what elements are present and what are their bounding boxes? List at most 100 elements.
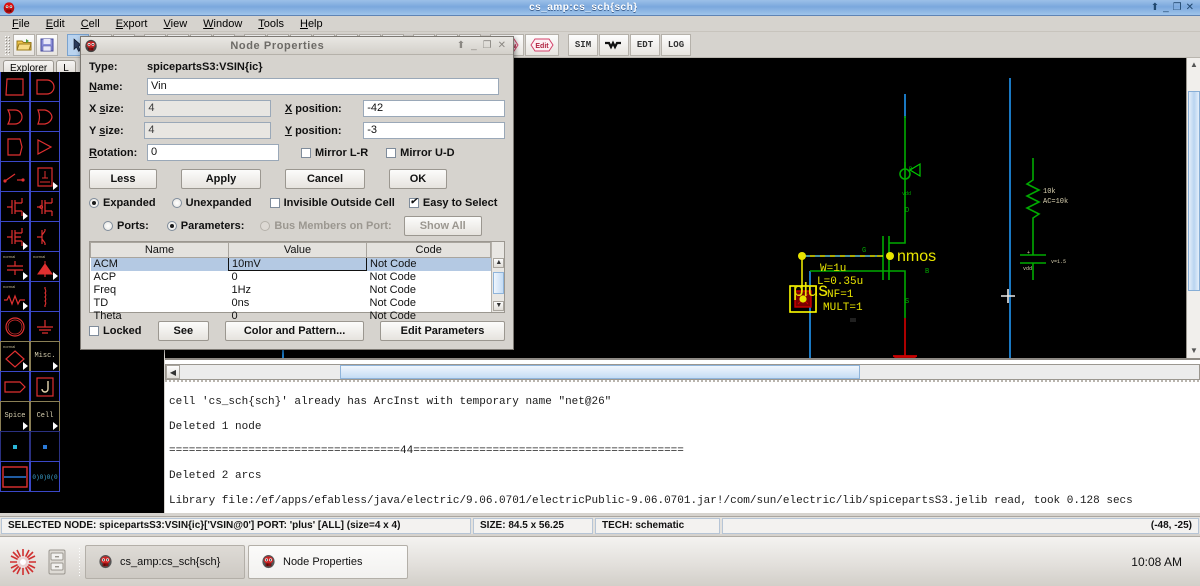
- ok-button[interactable]: OK: [389, 169, 447, 189]
- dialog-window-controls[interactable]: ⬆ _ ❐ ✕: [457, 40, 513, 51]
- palette-expand-arrow-icon[interactable]: [53, 362, 58, 370]
- palette-expand-arrow-icon[interactable]: [23, 272, 28, 280]
- mirror-ud-checkbox[interactable]: Mirror U-D: [386, 147, 455, 159]
- unexpanded-radio[interactable]: Unexpanded: [171, 197, 252, 209]
- dialog-close-button[interactable]: ✕: [498, 40, 506, 51]
- palette-jfet-icon[interactable]: [30, 371, 60, 402]
- palette-expand-arrow-icon[interactable]: [23, 362, 28, 370]
- hscroll-thumb[interactable]: [340, 365, 860, 379]
- palette-or-gate-icon[interactable]: [30, 101, 60, 132]
- palette-resistor-icon[interactable]: normal: [0, 281, 30, 312]
- palette-node-icon[interactable]: [30, 431, 60, 462]
- starburst-icon[interactable]: [6, 545, 40, 579]
- cell-value[interactable]: 0ns: [229, 297, 367, 310]
- menu-edit[interactable]: Edit: [38, 16, 73, 32]
- cell-code[interactable]: Not Code: [366, 257, 491, 271]
- waveform-button[interactable]: [599, 33, 629, 56]
- palette-pin-icon[interactable]: [0, 431, 30, 462]
- window-controls[interactable]: ⬆ _ ❐ ✕: [1151, 1, 1200, 15]
- taskitem-cs-amp[interactable]: cs_amp:cs_sch{sch}: [85, 544, 245, 579]
- canvas-scroll-thumb[interactable]: [1188, 91, 1200, 291]
- drawer-icon[interactable]: [40, 545, 74, 579]
- edit-parameters-button[interactable]: Edit Parameters: [380, 321, 505, 341]
- rotation-input[interactable]: 0: [147, 144, 279, 161]
- less-button[interactable]: Less: [89, 169, 157, 189]
- palette-transistor-box-icon[interactable]: [30, 161, 60, 192]
- node-properties-dialog[interactable]: Node Properties ⬆ _ ❐ ✕ Type: spiceparts…: [80, 36, 514, 350]
- window-close-button[interactable]: ✕: [1186, 1, 1194, 15]
- palette-expand-arrow-icon[interactable]: [53, 272, 58, 280]
- canvas-vertical-scrollbar[interactable]: ▲ ▼: [1186, 58, 1200, 358]
- palette-ground-icon[interactable]: [30, 311, 60, 342]
- mirror-lr-checkbox[interactable]: Mirror L-R: [301, 147, 368, 159]
- palette-export-pin-icon[interactable]: [0, 371, 30, 402]
- cell-code[interactable]: Not Code: [367, 284, 491, 297]
- parameters-radio[interactable]: Parameters:: [166, 220, 244, 232]
- dialog-minimize-button[interactable]: _: [471, 40, 477, 51]
- parameters-table-grid[interactable]: Name Value Code ACM 10mV Not Code ACP 0 …: [90, 242, 492, 323]
- palette-wire-arc-icon[interactable]: [0, 461, 30, 492]
- table-row[interactable]: TD 0ns Not Code: [91, 297, 491, 310]
- scroll-down-arrow-icon[interactable]: ▼: [1189, 346, 1199, 356]
- edt-button[interactable]: EDT: [630, 33, 660, 56]
- scroll-up-arrow-icon[interactable]: ▲: [1189, 60, 1199, 70]
- palette-inductor-icon[interactable]: [30, 281, 60, 312]
- palette-misc-icon[interactable]: Misc.: [30, 341, 60, 372]
- palette-nmos-transistor-icon[interactable]: [0, 191, 30, 222]
- menu-export[interactable]: Export: [108, 16, 156, 32]
- hscroll-track[interactable]: [180, 365, 1199, 379]
- palette-source-icon[interactable]: [0, 311, 30, 342]
- sim-button[interactable]: SIM: [568, 33, 598, 56]
- cell-name[interactable]: TD: [91, 297, 229, 310]
- menu-window[interactable]: Window: [195, 16, 250, 32]
- param-scroll-down-icon[interactable]: ▼: [493, 301, 505, 311]
- palette-buffer-shape-icon[interactable]: [30, 72, 60, 102]
- parameters-table[interactable]: Name Value Code ACM 10mV Not Code ACP 0 …: [89, 241, 505, 322]
- palette-expand-arrow-icon[interactable]: [23, 242, 28, 250]
- expanded-radio[interactable]: Expanded: [89, 197, 156, 209]
- messages-horizontal-scrollbar[interactable]: ◀: [165, 364, 1200, 380]
- menu-view[interactable]: View: [156, 16, 196, 32]
- cell-code[interactable]: Not Code: [367, 297, 491, 310]
- palette-pmos-transistor-icon[interactable]: [30, 191, 60, 222]
- cell-name[interactable]: ACM: [90, 257, 229, 271]
- palette-buffer-gate-icon[interactable]: [30, 131, 60, 162]
- dialog-shade-button[interactable]: ⬆: [457, 40, 465, 51]
- parameters-scrollbar[interactable]: ▲ ▼: [491, 242, 505, 312]
- messages-console[interactable]: cell 'cs_sch{sch}' already has ArcInst w…: [165, 382, 1200, 515]
- palette-diode-icon[interactable]: normal: [30, 251, 60, 282]
- table-row[interactable]: ACM 10mV Not Code: [90, 257, 491, 271]
- ysize-input[interactable]: 4: [144, 122, 271, 139]
- invisible-outside-cell-checkbox[interactable]: Invisible Outside Cell: [269, 197, 395, 209]
- param-scroll-up-icon[interactable]: ▲: [493, 258, 505, 268]
- see-button[interactable]: See: [157, 321, 210, 341]
- name-input[interactable]: Vin: [147, 78, 499, 95]
- xsize-input[interactable]: 4: [144, 100, 271, 117]
- cell-name[interactable]: ACP: [91, 271, 229, 284]
- cell-code[interactable]: Not Code: [367, 271, 491, 284]
- dialog-maximize-button[interactable]: ❐: [483, 40, 492, 51]
- cell-name[interactable]: Freq: [91, 284, 229, 297]
- save-library-icon[interactable]: [36, 33, 58, 56]
- scroll-left-arrow-icon[interactable]: ◀: [166, 365, 180, 379]
- dialog-titlebar[interactable]: Node Properties ⬆ _ ❐ ✕: [81, 37, 513, 55]
- cancel-button[interactable]: Cancel: [285, 169, 365, 189]
- window-shade-button[interactable]: ⬆: [1151, 1, 1159, 15]
- window-maximize-button[interactable]: ❐: [1173, 1, 1182, 15]
- param-scroll-thumb[interactable]: [493, 272, 505, 294]
- edit-button[interactable]: Edit: [525, 33, 559, 56]
- show-all-button[interactable]: Show All: [403, 216, 482, 236]
- palette-expand-arrow-icon[interactable]: [23, 302, 28, 310]
- palette-expand-arrow-icon[interactable]: [53, 422, 58, 430]
- palette-switch-icon[interactable]: [0, 161, 30, 192]
- menu-file[interactable]: File: [4, 16, 38, 32]
- palette-cell-icon[interactable]: Cell: [30, 401, 60, 432]
- menu-cell[interactable]: Cell: [73, 16, 108, 32]
- toolbar-grip[interactable]: [4, 34, 10, 55]
- locked-checkbox[interactable]: Locked: [89, 325, 142, 337]
- log-button[interactable]: LOG: [661, 33, 691, 56]
- palette-xor-gate-icon[interactable]: [0, 131, 30, 162]
- cell-value[interactable]: 0: [229, 271, 367, 284]
- cell-value[interactable]: 10mV: [228, 257, 367, 271]
- palette-expand-arrow-icon[interactable]: [23, 212, 28, 220]
